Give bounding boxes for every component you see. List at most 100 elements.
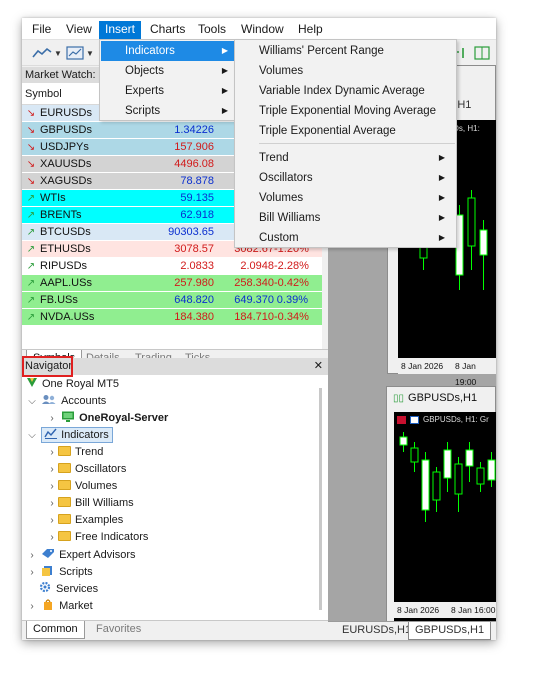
menu-item-volumes-group[interactable]: Volumes ▶ bbox=[236, 188, 455, 208]
chevron-right-icon[interactable]: › bbox=[46, 444, 58, 461]
chevron-right-icon[interactable]: › bbox=[46, 529, 58, 546]
menu-item-vidya[interactable]: Variable Index Dynamic Average bbox=[236, 81, 455, 101]
menu-item-trend[interactable]: Trend ▶ bbox=[236, 148, 455, 168]
nav-accounts[interactable]: ⌵ Accounts bbox=[26, 393, 106, 410]
menu-item-label: Scripts bbox=[125, 105, 161, 117]
nav-market[interactable]: › Market bbox=[26, 598, 93, 615]
submenu-arrow-icon: ▶ bbox=[221, 106, 228, 115]
nav-folder-oscillators[interactable]: › Oscillators bbox=[46, 461, 126, 478]
candle-body bbox=[479, 229, 488, 256]
menu-item-tema[interactable]: Triple Exponential Moving Average bbox=[236, 101, 455, 121]
row-bid: 90303.65 bbox=[168, 226, 214, 238]
tab-eurusd-chart[interactable]: EURUSDs,H1 bbox=[336, 622, 417, 640]
menu-view[interactable]: View bbox=[60, 21, 98, 39]
menu-tools[interactable]: Tools bbox=[192, 21, 232, 39]
nav-expert-advisors[interactable]: › Expert Advisors bbox=[26, 547, 135, 564]
chevron-right-icon[interactable]: › bbox=[46, 512, 58, 529]
chevron-right-icon[interactable]: › bbox=[26, 564, 38, 581]
menu-item-indicators[interactable]: Indicators ▶ bbox=[101, 41, 234, 61]
folder-icon bbox=[58, 497, 71, 507]
row-symbol: AAPL.USs bbox=[40, 277, 92, 289]
arrow-down-icon: ↘ bbox=[26, 142, 36, 153]
row-ask: 184.710 bbox=[234, 311, 274, 323]
arrow-down-icon: ↘ bbox=[26, 176, 36, 187]
mt5-logo-icon bbox=[26, 377, 38, 388]
chevron-down-icon[interactable]: ⌵ bbox=[26, 393, 38, 410]
folder-icon bbox=[58, 531, 71, 541]
chevron-right-icon[interactable]: › bbox=[46, 410, 58, 427]
nav-folder-free-indicators[interactable]: › Free Indicators bbox=[46, 529, 148, 546]
menu-item-bill-williams[interactable]: Bill Williams ▶ bbox=[236, 208, 455, 228]
chevron-right-icon[interactable]: › bbox=[46, 461, 58, 478]
menu-file[interactable]: File bbox=[26, 21, 57, 39]
nav-server[interactable]: › OneRoyal-Server bbox=[46, 410, 168, 427]
candle-body bbox=[421, 459, 430, 511]
market-watch-row[interactable]: ↗ NVDA.USs 184.380 184.710 -0.34% bbox=[22, 309, 322, 326]
market-watch-row[interactable]: ↗ RIPUSDs 2.0833 2.0948 -2.28% bbox=[22, 258, 322, 275]
row-ask: 258.340 bbox=[234, 277, 274, 289]
nav-folder-trend[interactable]: › Trend bbox=[46, 444, 103, 461]
tab-common[interactable]: Common bbox=[26, 621, 85, 639]
menu-item-label: Experts bbox=[125, 85, 164, 97]
nav-market-label: Market bbox=[59, 600, 93, 612]
submenu-arrow-icon: ▶ bbox=[221, 66, 228, 75]
menu-help[interactable]: Help bbox=[292, 21, 329, 39]
nav-folder-bill-williams[interactable]: › Bill Williams bbox=[46, 495, 134, 512]
arrow-down-icon: ↘ bbox=[26, 159, 36, 170]
row-bid: 1.34226 bbox=[174, 124, 214, 136]
template-icon[interactable]: ▼ bbox=[66, 44, 94, 62]
submenu-arrow-icon: ▶ bbox=[438, 153, 445, 162]
menu-item-custom[interactable]: Custom ▶ bbox=[236, 228, 455, 248]
close-icon[interactable]: ✕ bbox=[314, 358, 323, 375]
menu-item-objects[interactable]: Objects ▶ bbox=[101, 61, 234, 81]
menu-item-trix[interactable]: Triple Exponential Average bbox=[236, 121, 455, 141]
menu-item-label: Custom bbox=[259, 232, 299, 244]
nav-accounts-label: Accounts bbox=[61, 395, 107, 407]
server-icon bbox=[61, 411, 75, 422]
nav-services[interactable]: Services bbox=[38, 581, 98, 598]
menu-item-scripts[interactable]: Scripts ▶ bbox=[101, 101, 234, 121]
nav-scripts[interactable]: › Scripts bbox=[26, 564, 93, 581]
menu-item-volumes-recent[interactable]: Volumes bbox=[236, 61, 455, 81]
arrow-up-icon: ↗ bbox=[26, 210, 36, 221]
menu-charts[interactable]: Charts bbox=[144, 21, 191, 39]
candle-body bbox=[432, 471, 441, 501]
nav-folder-examples[interactable]: › Examples bbox=[46, 512, 123, 529]
nav-folder-label: Oscillators bbox=[75, 463, 127, 475]
chevron-right-icon[interactable]: › bbox=[26, 598, 38, 615]
tab-favorites[interactable]: Favorites bbox=[90, 621, 147, 639]
submenu-arrow-icon: ▶ bbox=[438, 193, 445, 202]
nav-folder-volumes[interactable]: › Volumes bbox=[46, 478, 117, 495]
arrow-up-icon: ↗ bbox=[26, 312, 36, 323]
chevron-right-icon[interactable]: › bbox=[46, 478, 58, 495]
submenu-arrow-icon: ▶ bbox=[221, 86, 228, 95]
expert-advisor-icon bbox=[41, 548, 55, 559]
row-symbol: BTCUSDs bbox=[40, 226, 91, 238]
chevron-right-icon[interactable]: › bbox=[46, 495, 58, 512]
grid-icon[interactable] bbox=[474, 44, 490, 62]
nav-root[interactable]: One Royal MT5 bbox=[26, 376, 119, 393]
market-watch-row[interactable]: ↗ AAPL.USs 257.980 258.340 -0.42% bbox=[22, 275, 322, 292]
nav-folder-label: Bill Williams bbox=[75, 497, 134, 509]
chart-window-gbpusd: ▯▯ GBPUSDs,H1 GBPUSDs, H1: Gr 8 Jan 2026 … bbox=[386, 386, 496, 622]
tab-gbpusd-chart[interactable]: GBPUSDs,H1 bbox=[408, 622, 492, 640]
symbol-column-header[interactable]: Symbol bbox=[25, 88, 62, 100]
gbpusd-chart-canvas[interactable]: GBPUSDs, H1: Gr 8 Jan 2026 8 Jan 16:00 bbox=[394, 412, 496, 622]
menu-insert[interactable]: Insert bbox=[99, 21, 142, 39]
navigator-highlight-box bbox=[22, 356, 73, 377]
line-chart-icon[interactable]: ▼ bbox=[32, 44, 62, 62]
chevron-down-icon[interactable]: ⌵ bbox=[26, 427, 38, 444]
menu-window[interactable]: Window bbox=[235, 21, 290, 39]
chevron-right-icon[interactable]: › bbox=[26, 547, 38, 564]
row-bid: 2.0833 bbox=[180, 260, 214, 272]
menu-item-williams-percent-range[interactable]: Williams' Percent Range bbox=[236, 41, 455, 61]
nav-indicators[interactable]: ⌵ Indicators bbox=[26, 427, 113, 444]
row-bid: 184.380 bbox=[174, 311, 214, 323]
market-watch-row[interactable]: ↗ FB.USs 648.820 649.370 0.39% bbox=[22, 292, 322, 309]
navigator-scrollbar[interactable] bbox=[319, 388, 322, 610]
menu-item-experts[interactable]: Experts ▶ bbox=[101, 81, 234, 101]
submenu-arrow-icon: ▶ bbox=[438, 173, 445, 182]
row-ask: 2.0948 bbox=[240, 260, 274, 272]
menu-item-oscillators[interactable]: Oscillators ▶ bbox=[236, 168, 455, 188]
arrow-down-icon: ↘ bbox=[26, 125, 36, 136]
